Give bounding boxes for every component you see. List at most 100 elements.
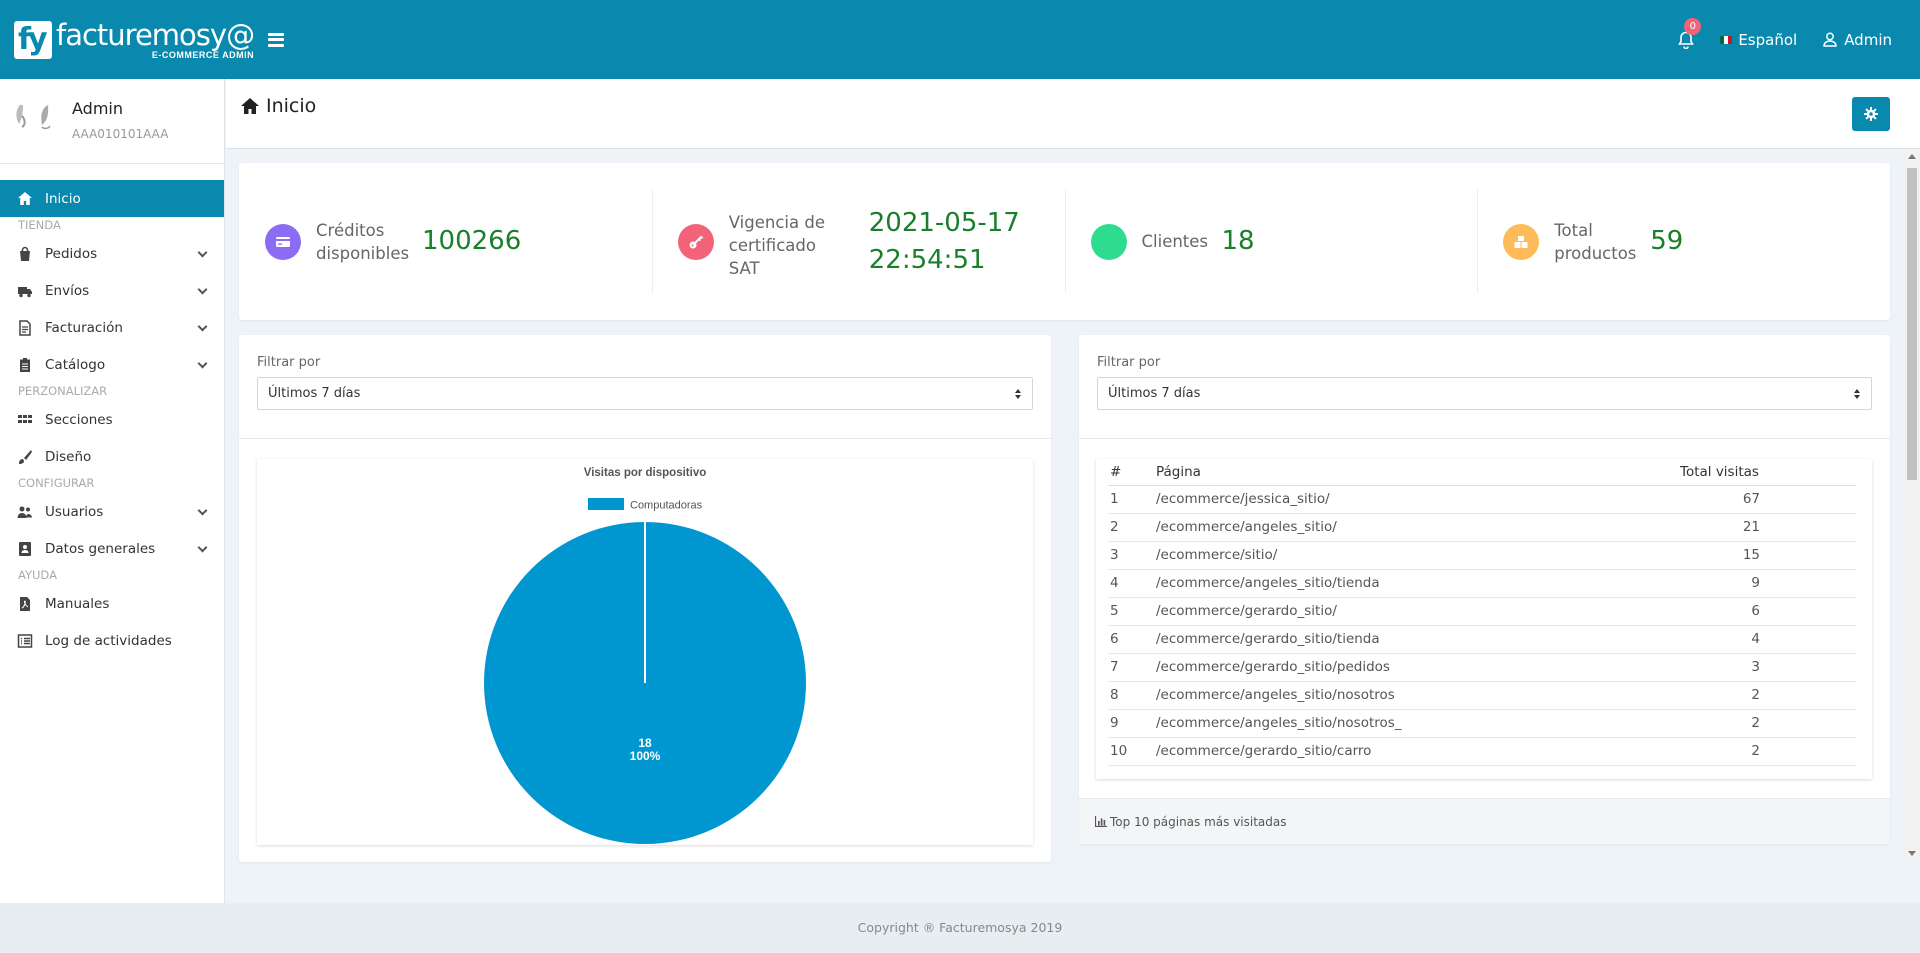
row-visits: 21 — [1680, 513, 1856, 542]
user-icon — [1823, 32, 1837, 47]
users-icon — [1101, 236, 1116, 248]
stat-label: Vigencia de certificado SAT — [728, 213, 825, 278]
stat-icon-circle — [677, 223, 714, 260]
top-pages-table: # Página Total visitas 1/ecommerce/jessi… — [1108, 459, 1856, 766]
table-row[interactable]: 1/ecommerce/jessica_sitio/67 — [1108, 485, 1856, 514]
sidebar-item-pedidos[interactable]: Pedidos — [0, 235, 224, 272]
sidebar-item-facturacion[interactable]: Facturación — [0, 309, 224, 346]
row-visits: 9 — [1680, 569, 1856, 598]
date-range-select[interactable]: Últimos 7 días — [1097, 377, 1872, 410]
clipboard-icon — [20, 357, 30, 372]
sidebar-item-datos-generales[interactable]: Datos generales — [0, 530, 224, 567]
filter-label: Filtrar por — [257, 355, 321, 370]
date-range-select[interactable]: Últimos 7 días — [257, 377, 1033, 410]
row-visits: 4 — [1680, 625, 1856, 654]
sidebar-item-label: Catálogo — [45, 356, 106, 373]
table-header-row: # Página Total visitas — [1108, 459, 1856, 486]
sidebar-item-diseno[interactable]: Diseño — [0, 438, 224, 475]
table-row[interactable]: 8/ecommerce/angeles_sitio/nosotros 2 — [1108, 681, 1856, 710]
sidebar-item-secciones[interactable]: Secciones — [0, 401, 224, 438]
table-row[interactable]: 4/ecommerce/angeles_sitio/tienda 9 — [1108, 569, 1856, 598]
address-card-icon — [19, 541, 31, 556]
sidebar-item-label: Manuales — [45, 595, 110, 612]
column-header-visits: Total visitas — [1680, 459, 1856, 486]
scroll-up-arrow[interactable] — [1908, 154, 1916, 159]
row-index: 9 — [1108, 709, 1156, 738]
sidebar-item-label: Usuarios — [45, 503, 104, 520]
sidebar-section-perzonalizar: PERZONALIZAR — [18, 384, 108, 398]
row-visits: 6 — [1680, 597, 1856, 626]
row-page-path: /ecommerce/gerardo_sitio/ — [1156, 597, 1680, 626]
brand-logo[interactable]: fy facturemosy@ E-COMMERCE ADMIN — [14, 17, 255, 60]
row-page-path: /ecommerce/gerardo_sitio/carro — [1156, 737, 1680, 766]
stats-card: Créditos disponibles 100266 Vigencia de cert… — [239, 163, 1890, 320]
stat-label: Total productos — [1554, 220, 1637, 263]
stat-icon-circle — [1503, 223, 1540, 260]
sidebar-item-label: Diseño — [45, 448, 92, 465]
home-icon — [18, 191, 32, 205]
brush-icon — [19, 449, 32, 464]
legend-swatch[interactable] — [588, 498, 624, 510]
top-pages-caption: Top 10 páginas más visitadas — [1110, 814, 1287, 829]
top-pages-card-footer: Top 10 páginas más visitadas — [1079, 798, 1890, 844]
row-index: 2 — [1108, 513, 1156, 542]
row-index: 7 — [1108, 653, 1156, 682]
user-menu[interactable]: Admin — [1823, 31, 1892, 49]
row-visits: 15 — [1680, 541, 1856, 570]
users-icon — [17, 506, 32, 518]
bar-chart-icon — [1095, 816, 1107, 827]
chevron-down-icon — [197, 358, 208, 369]
column-header-index: # — [1108, 459, 1156, 486]
sidebar-item-manuales[interactable]: Manuales — [0, 585, 224, 622]
device-visits-chart-panel: Visitas por dispositivo Computadoras 18 1… — [257, 459, 1033, 845]
sidebar-item-label: Pedidos — [45, 245, 98, 262]
sidebar-item-envios[interactable]: Envíos — [0, 272, 224, 309]
hamburger-menu-icon[interactable] — [268, 32, 285, 47]
sidebar-item-label: Facturación — [45, 319, 123, 336]
scrollbar-thumb[interactable] — [1907, 168, 1917, 480]
chevron-down-icon — [197, 247, 208, 258]
table-row[interactable]: 2/ecommerce/angeles_sitio/21 — [1108, 513, 1856, 542]
row-page-path: /ecommerce/angeles_sitio/tienda — [1156, 569, 1680, 598]
row-index: 10 — [1108, 737, 1156, 766]
table-row[interactable]: 3/ecommerce/sitio/15 — [1108, 541, 1856, 570]
sidebar-section-configurar: CONFIGURAR — [18, 476, 95, 490]
sidebar-item-usuarios[interactable]: Usuarios — [0, 493, 224, 530]
stat-value: 18 — [1221, 226, 1255, 256]
settings-button[interactable] — [1852, 97, 1890, 131]
sidebar-item-inicio[interactable]: Inicio — [0, 180, 224, 217]
list-icon — [17, 633, 33, 648]
table-row[interactable]: 10/ecommerce/gerardo_sitio/carro 2 — [1108, 737, 1856, 766]
sidebar: Admin AAA010101AAA Inicio TIENDA Pedidos En… — [0, 79, 225, 903]
scroll-down-arrow[interactable] — [1908, 851, 1916, 856]
row-page-path: /ecommerce/angeles_sitio/ — [1156, 513, 1680, 542]
table-row[interactable]: 7/ecommerce/gerardo_sitio/pedidos 3 — [1108, 653, 1856, 682]
table-row[interactable]: 5/ecommerce/gerardo_sitio/6 — [1108, 597, 1856, 626]
key-icon — [689, 235, 703, 248]
row-page-path: /ecommerce/sitio/ — [1156, 541, 1680, 570]
sidebar-nav: Inicio TIENDA Pedidos Envíos Facturación Catá… — [0, 180, 224, 659]
shopping-bag-icon — [20, 246, 30, 261]
stat-block: Total productos 59 — [1477, 163, 1890, 320]
chevron-down-icon — [197, 542, 208, 553]
slice-value-label: 18 — [638, 736, 652, 750]
page-scrollbar[interactable] — [1904, 150, 1920, 860]
sidebar-item-log-de-actividades[interactable]: Log de actividades — [0, 622, 224, 659]
language-label: Español — [1738, 30, 1798, 49]
row-index: 6 — [1108, 625, 1156, 654]
logo-name: facturemosy@ — [56, 17, 255, 52]
row-page-path: /ecommerce/jessica_sitio/ — [1156, 485, 1680, 514]
row-page-path: /ecommerce/angeles_sitio/nosotros_ — [1156, 709, 1680, 738]
notifications-button[interactable]: 0 — [1676, 17, 1702, 50]
language-selector[interactable]: Español — [1720, 31, 1797, 49]
row-index: 8 — [1108, 681, 1156, 710]
column-header-page: Página — [1156, 459, 1680, 486]
mexico-flag-icon — [1720, 35, 1733, 44]
sidebar-item-catalogo[interactable]: Catálogo — [0, 346, 224, 383]
profile-name: Admin — [72, 99, 123, 118]
table-row[interactable]: 9/ecommerce/angeles_sitio/nosotros_ 2 — [1108, 709, 1856, 738]
table-row[interactable]: 6/ecommerce/gerardo_sitio/tienda 4 — [1108, 625, 1856, 654]
grid-icon — [18, 414, 32, 423]
gear-icon — [1864, 107, 1878, 121]
page-title: Inicio — [240, 95, 316, 117]
